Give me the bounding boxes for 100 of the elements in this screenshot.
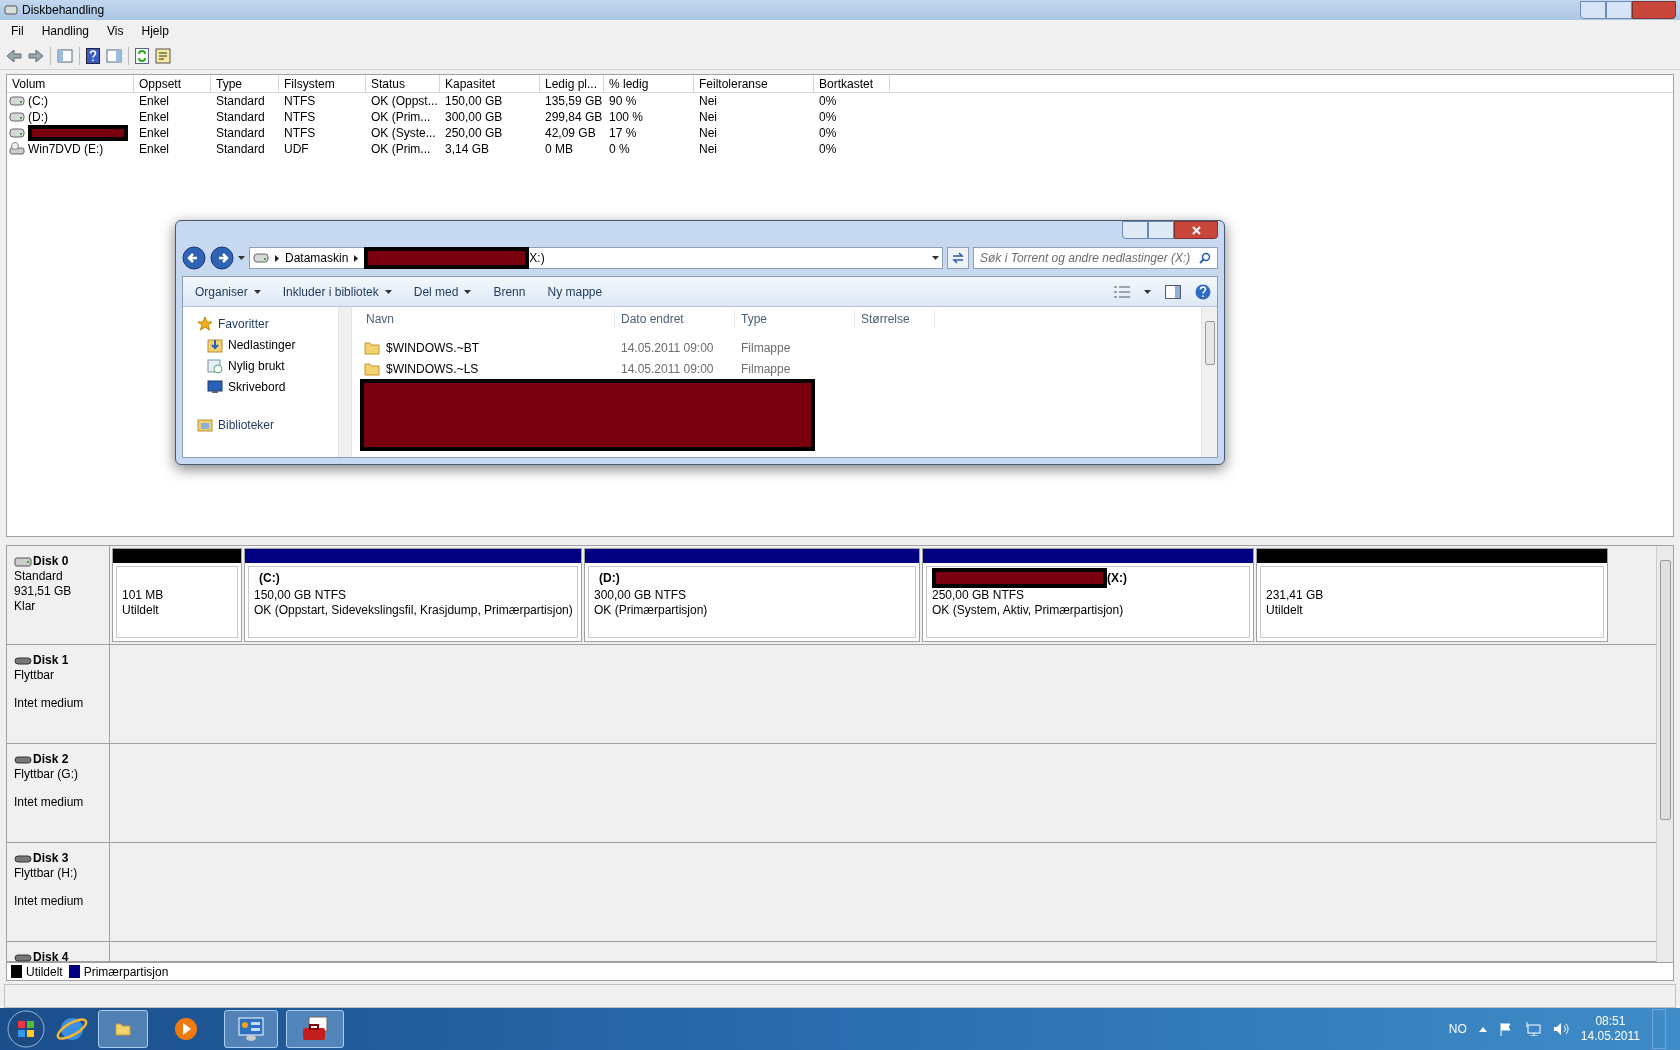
command-button[interactable]: Inkluder i bibliotek (276, 279, 398, 304)
column-header[interactable]: Feiltoleranse (694, 75, 814, 92)
volume-row[interactable]: (D:) Enkel Standard NTFS OK (Prim... 300,00 GB 299,84 GB 100 % Nei 0% (7, 109, 1673, 125)
refresh-icon[interactable] (947, 247, 969, 269)
column-header[interactable]: Bortkastet (814, 75, 890, 92)
column-header[interactable]: Type (211, 75, 279, 92)
table-cell: NTFS (284, 126, 316, 140)
table-cell: NTFS (284, 110, 316, 124)
caret-up-icon[interactable] (1478, 1026, 1487, 1032)
close-icon (1191, 225, 1201, 235)
table-cell: 42,09 GB (545, 126, 596, 140)
flag-icon[interactable] (1498, 1022, 1513, 1036)
column-header[interactable]: % ledig (604, 75, 694, 92)
folder-taskbar-button[interactable] (98, 1010, 148, 1048)
start-button-icon[interactable] (6, 1009, 46, 1049)
unallocated-space[interactable]: 231,41 GB Utildelt (1256, 548, 1608, 642)
speaker-icon[interactable] (1552, 1022, 1569, 1036)
column-header[interactable]: Type (735, 310, 855, 328)
minimize-button[interactable] (1122, 221, 1148, 239)
column-header[interactable]: Filsystem (279, 75, 366, 92)
language-indicator[interactable]: NO (1448, 1020, 1467, 1038)
column-header[interactable]: Størrelse (855, 310, 935, 328)
command-button[interactable]: Ny mappe (541, 279, 609, 304)
command-button[interactable]: Del med (407, 279, 478, 304)
search-field[interactable]: Søk i Torrent og andre nedlastinger (X:) (973, 247, 1218, 269)
nav-item[interactable]: Nedlastinger (197, 336, 338, 353)
scrollbar[interactable] (338, 307, 352, 457)
clock-time[interactable]: 08:51 (1595, 1014, 1626, 1029)
menu-item[interactable]: Handling (34, 22, 97, 40)
column-header[interactable]: Dato endret (615, 310, 735, 328)
menu-item[interactable]: Vis (100, 22, 131, 40)
desktop-icon (207, 379, 223, 394)
restore-button[interactable] (1606, 1, 1632, 19)
column-header[interactable]: Kapasitet (440, 75, 540, 92)
table-cell: Standard (216, 110, 265, 124)
file-row[interactable]: $WINDOWS.~LS 14.05.2011 09:00 Filmappe (360, 358, 1193, 379)
refresh-icon[interactable] (135, 47, 149, 64)
nav-item[interactable]: Favoritter (197, 315, 338, 332)
play-icon (174, 1017, 198, 1041)
partition[interactable]: (C:) 150,00 GB NTFS OK (Oppstart, Sidevekslingsfil, Krasjdump, Primærpartisjon) (244, 548, 582, 642)
partition[interactable]: (X:) 250,00 GB NTFS OK (System, Aktiv, Primærpartisjon) (922, 548, 1254, 642)
table-cell: Nei (699, 142, 717, 156)
column-header[interactable]: Oppsett (134, 75, 211, 92)
disk-info[interactable]: Disk 3 Flyttbar (H:) Intet medium (7, 843, 110, 941)
column-header[interactable]: Navn (360, 310, 615, 328)
file-row[interactable]: $WINDOWS.~BT 14.05.2011 09:00 Filmappe (360, 337, 1193, 358)
disk-info[interactable]: Disk 4 (7, 942, 110, 961)
partition[interactable]: (D:) 300,00 GB NTFS OK (Primærpartisjon) (584, 548, 920, 642)
menu-item[interactable]: Fil (4, 22, 31, 40)
table-cell: 0% (819, 142, 837, 156)
view-options-icon[interactable] (1114, 285, 1130, 298)
scrollbar[interactable] (1201, 307, 1217, 457)
volume-row[interactable]: Enkel Standard NTFS OK (Syste... 250,00 GB 42,09 GB 17 % Nei 0% (7, 125, 1673, 141)
table-cell: Standard (216, 126, 265, 140)
column-header[interactable]: Status (366, 75, 440, 92)
address-bar[interactable]: Datamaskin X:) (249, 247, 943, 269)
maximize-button[interactable] (1148, 221, 1174, 239)
network-icon[interactable] (1524, 1022, 1541, 1036)
column-header[interactable]: Ledig pl... (540, 75, 604, 92)
table-cell: Enkel (139, 126, 170, 140)
action-pane-icon[interactable] (106, 48, 122, 63)
table-cell: 300,00 GB (445, 110, 503, 124)
disk-info[interactable]: Disk 2 Flyttbar (G:) Intet medium (7, 744, 110, 842)
clock-date[interactable]: 14.05.2011 (1580, 1029, 1640, 1044)
recent-places-icon (207, 357, 223, 374)
caret-icon (932, 256, 939, 260)
nav-item[interactable]: Biblioteker (197, 416, 338, 433)
volume-row[interactable]: Win7DVD (E:) Enkel Standard UDF OK (Prim... 3,14 GB 0 MB 0 % Nei 0% (7, 141, 1673, 157)
caret-icon (1144, 289, 1151, 294)
volume-row[interactable]: (C:) Enkel Standard NTFS OK (Oppst... 150,00 GB 135,59 GB 90 % Nei 0% (7, 93, 1673, 109)
table-cell: 135,59 GB (545, 94, 603, 108)
table-cell: 90 % (609, 94, 637, 108)
breadcrumb[interactable]: X:) (529, 249, 545, 267)
console-tree-icon[interactable] (57, 48, 73, 63)
disk-info[interactable]: Disk 0 Standard 931,51 GB Klar (7, 546, 110, 644)
properties-icon[interactable] (155, 47, 171, 64)
table-cell-text: Win7DVD (E:) (28, 141, 104, 158)
table-cell: UDF (284, 142, 309, 156)
disk-info[interactable]: Disk 1 Flyttbar Intet medium (7, 645, 110, 743)
drive-icon (9, 96, 25, 106)
unallocated-space[interactable]: 101 MB Utildelt (112, 548, 242, 642)
menu-item[interactable]: Hjelp (134, 22, 176, 40)
table-cell: 250,00 GB (445, 126, 503, 140)
toolbox-taskbar-button[interactable] (286, 1010, 344, 1048)
nav-item[interactable]: Skrivebord (197, 378, 338, 395)
command-button[interactable]: Organiser (189, 279, 267, 304)
caret-icon (238, 256, 245, 260)
close-button[interactable] (1174, 221, 1218, 239)
command-button[interactable]: Brenn (487, 279, 532, 304)
folder-icon (364, 340, 380, 355)
minimize-button[interactable] (1580, 1, 1606, 19)
preview-pane-icon[interactable] (1165, 284, 1181, 299)
scrollbar[interactable] (1656, 546, 1673, 962)
breadcrumb[interactable]: Datamaskin (285, 249, 349, 267)
column-header[interactable]: Volum (7, 75, 134, 92)
control-panel-taskbar-button[interactable] (224, 1010, 278, 1048)
nav-item[interactable]: Nylig brukt (197, 357, 338, 374)
caret-icon (384, 289, 392, 294)
caret-icon (464, 289, 472, 294)
help-icon[interactable] (86, 47, 100, 64)
